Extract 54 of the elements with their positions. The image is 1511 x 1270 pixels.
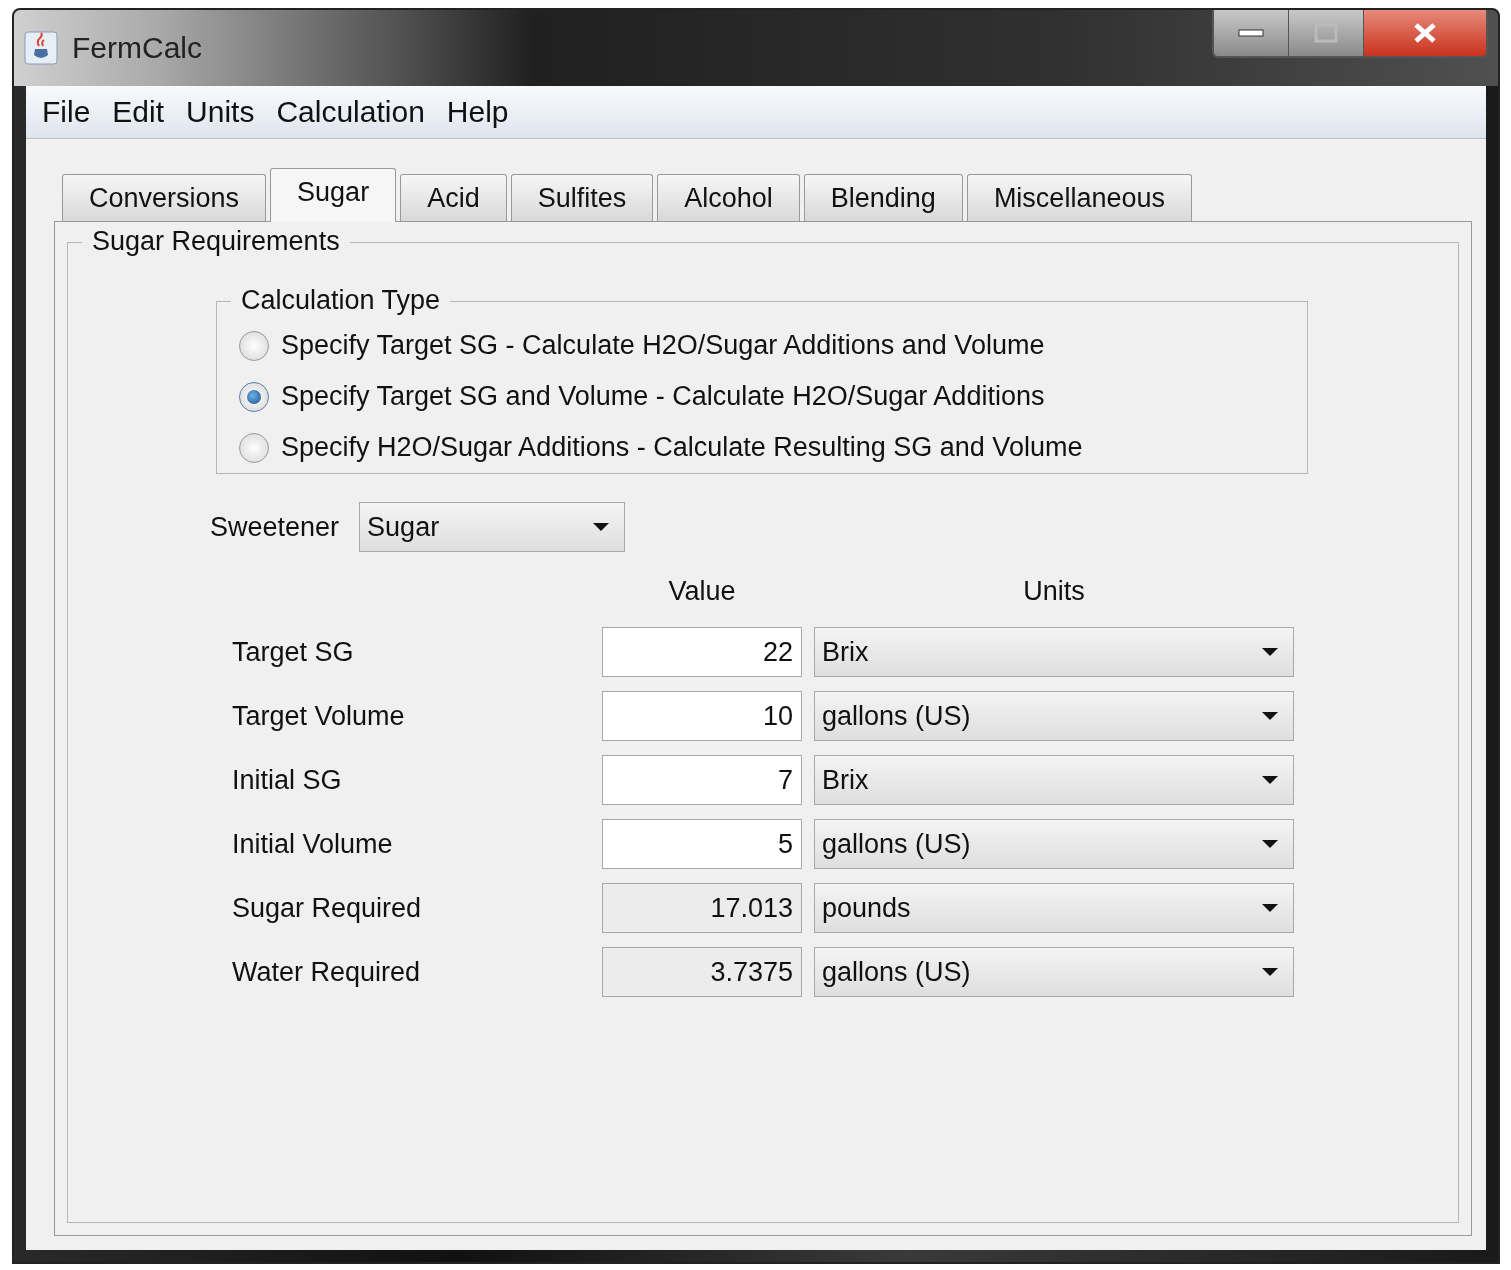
field-label: Target Volume [232,700,406,732]
tab[interactable]: Acid [400,174,507,221]
value-field: 17.013 [602,883,802,933]
maximize-icon [1314,23,1338,43]
menu-item[interactable]: Edit [112,95,165,129]
field-label: Sweetener [210,511,340,543]
menu-item[interactable]: Units [186,95,255,129]
app-icon [24,31,58,65]
value-field[interactable]: 10 [602,691,802,741]
menu-item[interactable]: Calculation [276,95,425,129]
radio-button[interactable] [239,330,269,361]
value-field[interactable]: 5 [602,819,802,869]
field-label: Target SG [232,636,355,668]
caret-icon [1261,839,1279,849]
minimize-icon [1238,28,1264,38]
close-icon [1412,22,1438,44]
caret-icon [1261,711,1279,721]
units-dropdown[interactable]: pounds [814,883,1294,933]
minimize-button[interactable] [1214,10,1289,56]
window-title: FermCalc [72,31,202,65]
units-dropdown[interactable]: Brix [814,627,1294,677]
value-field: 3.7375 [602,947,802,997]
tab[interactable]: Conversions [62,174,267,221]
tab[interactable]: Alcohol [657,174,800,221]
caret-icon [1261,775,1279,785]
radio-label: Specify H2O/Sugar Additions - Calculate Resulting SG and Volume [281,432,1083,463]
field-label: Sugar Required [232,892,423,924]
units-dropdown[interactable]: gallons (US) [814,819,1294,869]
value-field[interactable]: 7 [602,755,802,805]
value-field[interactable]: 22 [602,627,802,677]
sweetener-dropdown[interactable]: Sugar [359,502,626,552]
tab[interactable]: Blending [803,174,963,221]
field-label: Initial SG [232,764,343,796]
tab[interactable]: Sulfites [510,174,654,221]
caret-icon [592,522,611,532]
units-dropdown[interactable]: gallons (US) [814,947,1294,997]
radio-label: Specify Target SG and Volume - Calculate H2O/Sugar Additions [281,381,1045,412]
caret-icon [1261,647,1279,657]
radio-label: Specify Target SG - Calculate H2O/Sugar Additions and Volume [281,330,1045,361]
field-label: Water Required [232,956,422,988]
field-label: Initial Volume [232,828,394,860]
units-dropdown[interactable]: Brix [814,755,1294,805]
caret-icon [1261,903,1279,913]
close-button[interactable] [1364,10,1486,56]
column-header: Units [1022,576,1086,607]
units-dropdown[interactable]: gallons (US) [814,691,1294,741]
radio-button[interactable] [239,381,269,412]
menu-item[interactable]: File [42,95,91,129]
menu-item[interactable]: Help [446,95,509,129]
column-header: Value [667,576,737,607]
tab[interactable]: Sugar [270,168,397,222]
radio-button[interactable] [239,432,269,463]
tab[interactable]: Miscellaneous [966,174,1192,221]
caret-icon [1261,967,1279,977]
